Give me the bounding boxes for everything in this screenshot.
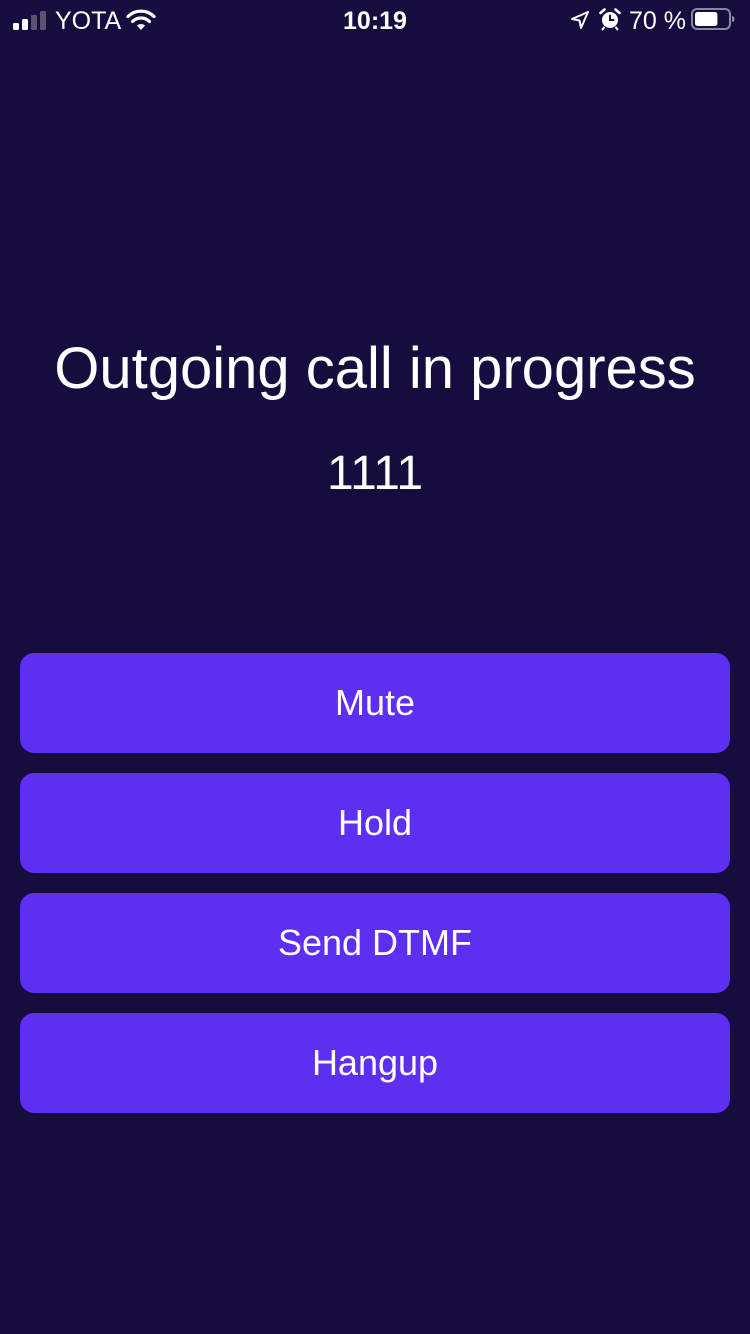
- location-icon: [571, 11, 589, 29]
- call-status-title: Outgoing call in progress: [54, 336, 696, 401]
- alarm-icon: [599, 8, 621, 31]
- call-actions: Mute Hold Send DTMF Hangup: [20, 653, 730, 1133]
- hangup-button[interactable]: Hangup: [20, 1013, 730, 1113]
- status-bar: YOTA 10:19 70 %: [0, 0, 750, 40]
- send-dtmf-button[interactable]: Send DTMF: [20, 893, 730, 993]
- battery-icon: [691, 8, 735, 30]
- battery-percentage: 70 %: [629, 7, 686, 35]
- mute-button[interactable]: Mute: [20, 653, 730, 753]
- hold-button[interactable]: Hold: [20, 773, 730, 873]
- call-number: 1111: [326, 447, 424, 500]
